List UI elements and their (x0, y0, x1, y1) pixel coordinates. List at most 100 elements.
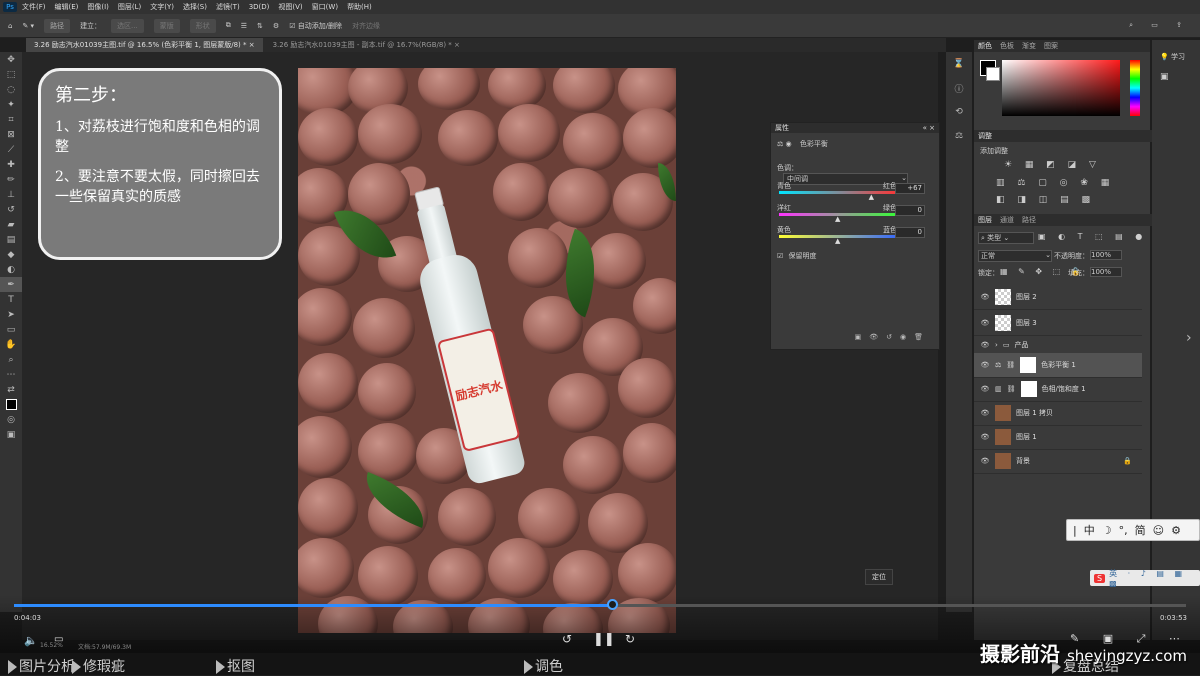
chapter-3[interactable]: 抠图 (216, 656, 255, 676)
ime-handle[interactable]: | (1073, 524, 1077, 537)
more-tools-icon[interactable]: ⋯ (0, 367, 22, 382)
layer-row[interactable]: 👁 背景 🔒 (974, 449, 1142, 474)
layer-filter-icons[interactable]: ▣ ◐ T ⬚ ▤ ● (1038, 232, 1147, 241)
punctuation-button[interactable]: °, (1119, 524, 1128, 537)
slider-handle[interactable]: ▲ (835, 215, 840, 223)
lasso-tool-icon[interactable]: ◌ (0, 82, 22, 97)
libraries-icon[interactable]: ▣ (1152, 62, 1200, 82)
blend-mode-select[interactable]: 正常 ⌄ (978, 250, 1052, 262)
stamp-tool-icon[interactable]: ⊥ (0, 187, 22, 202)
menu-type[interactable]: 文字(Y) (150, 2, 174, 12)
adjustment-icons-row-3[interactable]: ◧ ◨ ◫ ▤ ▩ (996, 195, 1095, 205)
chapter-2[interactable]: 修瑕疵 (72, 656, 125, 676)
color-picker-field[interactable] (1002, 60, 1120, 116)
eye-icon[interactable]: 👁 (980, 319, 990, 327)
move-tool-icon[interactable]: ✥ (0, 52, 22, 67)
layer-group-row[interactable]: 👁 › ▭ 产品 (974, 337, 1142, 354)
adjustment-icons-row-1[interactable]: ☀ ▦ ◩ ◪ ▽ (1004, 160, 1101, 170)
pen-mode-select[interactable]: 路径 (44, 18, 71, 33)
gear-icon[interactable]: ⚙ (273, 22, 279, 30)
menu-filter[interactable]: 滤镜(T) (216, 2, 240, 12)
menu-3d[interactable]: 3D(D) (249, 3, 270, 11)
menu-select[interactable]: 选择(S) (183, 2, 207, 12)
trash-icon[interactable]: 🗑 (914, 333, 931, 341)
eye-icon[interactable]: 👁 (980, 293, 990, 301)
forward-icon[interactable]: ↻ (625, 632, 635, 646)
pause-icon[interactable]: ❚❚ (593, 632, 615, 647)
layer-row[interactable]: 👁 图层 3 (974, 311, 1142, 336)
clip-to-layer-icon[interactable]: ▣ (855, 333, 870, 341)
preserve-luminosity-checkbox[interactable]: ☑ (777, 252, 783, 260)
cyan-red-value[interactable]: +67 (895, 183, 925, 194)
tab-document-1[interactable]: 3.26 励志汽水01039主图.tif @ 16.5% (色彩平衡 1, 图层… (26, 38, 263, 52)
dodge-tool-icon[interactable]: ◐ (0, 262, 22, 277)
menu-image[interactable]: 图像(I) (87, 2, 109, 12)
yellow-blue-value[interactable]: 0 (895, 227, 925, 238)
layer-filter-select[interactable]: ⌕ 类型 ⌄ (978, 232, 1034, 244)
opacity-input[interactable]: 100% (1090, 250, 1122, 260)
magenta-green-value[interactable]: 0 (895, 205, 925, 216)
fill-input[interactable]: 100% (1090, 267, 1122, 277)
zoom-tool-icon[interactable]: ⌕ (0, 352, 22, 367)
menu-view[interactable]: 视图(V) (278, 2, 302, 12)
eye-icon[interactable]: 👁 (980, 361, 990, 369)
tab-patterns[interactable]: 图案 (1044, 40, 1058, 52)
reset-icon[interactable]: ↺ (886, 333, 900, 341)
rewind-icon[interactable]: ↺ (562, 632, 572, 646)
eye-icon[interactable]: 👁 (980, 457, 990, 465)
magic-wand-tool-icon[interactable]: ✦ (0, 97, 22, 112)
type-tool-icon[interactable]: T (0, 292, 22, 307)
menu-help[interactable]: 帮助(H) (347, 2, 372, 12)
close-icon[interactable]: « × (923, 123, 935, 133)
path-select-tool-icon[interactable]: ➤ (0, 307, 22, 322)
menu-window[interactable]: 窗口(W) (312, 2, 338, 12)
view-previous-icon[interactable]: 👁 (869, 333, 886, 341)
eraser-tool-icon[interactable]: ▰ (0, 217, 22, 232)
learn-panel-button[interactable]: 💡 学习 (1152, 40, 1200, 62)
eyedropper-tool-icon[interactable]: ⟋ (0, 142, 22, 157)
history-brush-tool-icon[interactable]: ↺ (0, 202, 22, 217)
make-shape-button[interactable]: 形状 (189, 18, 216, 33)
adjustments-active-icon[interactable]: ⚖ (946, 124, 972, 148)
menu-layer[interactable]: 图层(L) (118, 2, 141, 12)
chapter-1[interactable]: 图片分析 (8, 656, 75, 676)
shape-tool-icon[interactable]: ▭ (0, 322, 22, 337)
layer-row[interactable]: 👁 图层 2 (974, 285, 1142, 310)
tab-color[interactable]: 颜色 (978, 40, 992, 52)
path-alignment-icon[interactable]: ☰ (241, 22, 247, 30)
tab-gradients[interactable]: 渐变 (1022, 40, 1036, 52)
layer-mask-thumbnail[interactable] (1020, 381, 1037, 397)
gradient-tool-icon[interactable]: ▤ (0, 232, 22, 247)
history-icon[interactable]: ⌛ (946, 52, 972, 76)
hue-slider[interactable] (1130, 60, 1140, 116)
emoji-icon[interactable]: ☺ (1153, 524, 1164, 537)
background-color-swatch[interactable] (986, 67, 1000, 81)
moon-icon[interactable]: ☽ (1102, 524, 1112, 537)
frame-tool-icon[interactable]: ⊠ (0, 127, 22, 142)
tab-document-2[interactable]: 3.26 励志汽水01039主图 - 副本.tif @ 16.7%(RGB/8)… (265, 38, 468, 52)
hand-tool-icon[interactable]: ✋ (0, 337, 22, 352)
tab-paths[interactable]: 路径 (1022, 214, 1036, 226)
timeline-scrubber[interactable] (606, 599, 618, 610)
layer-row[interactable]: 👁 图层 1 拷贝 (974, 401, 1142, 426)
window-controls[interactable]: ⌕ ▭ ⇪ (1129, 21, 1190, 30)
tab-swatches[interactable]: 色板 (1000, 40, 1014, 52)
cyan-red-slider[interactable]: ▲ (779, 191, 899, 201)
simplified-button[interactable]: 简 (1135, 522, 1146, 538)
screen-mode-icon[interactable]: ▣ (0, 427, 22, 442)
path-operations-icon[interactable]: ⧉ (226, 21, 231, 30)
video-timeline[interactable] (14, 604, 1186, 607)
brush-tool-icon[interactable]: ✏ (0, 172, 22, 187)
slider-handle[interactable]: ▲ (835, 237, 840, 245)
eye-icon[interactable]: 👁 (980, 409, 990, 417)
eye-icon[interactable]: 👁 (980, 341, 990, 349)
marquee-tool-icon[interactable]: ⬚ (0, 67, 22, 82)
pen-tool-active-icon[interactable]: ✒ (0, 277, 22, 292)
crop-tool-icon[interactable]: ⌗ (0, 112, 22, 127)
align-edges-checkbox[interactable]: 对齐边缘 (352, 21, 380, 31)
auto-add-checkbox[interactable]: ☑ 自动添加/删除 (289, 21, 342, 31)
make-selection-button[interactable]: 选区... (111, 18, 144, 33)
tab-layers[interactable]: 图层 (978, 214, 992, 226)
yellow-blue-slider[interactable]: ▲ (779, 235, 899, 245)
gear-icon[interactable]: ⚙ (1171, 524, 1181, 537)
